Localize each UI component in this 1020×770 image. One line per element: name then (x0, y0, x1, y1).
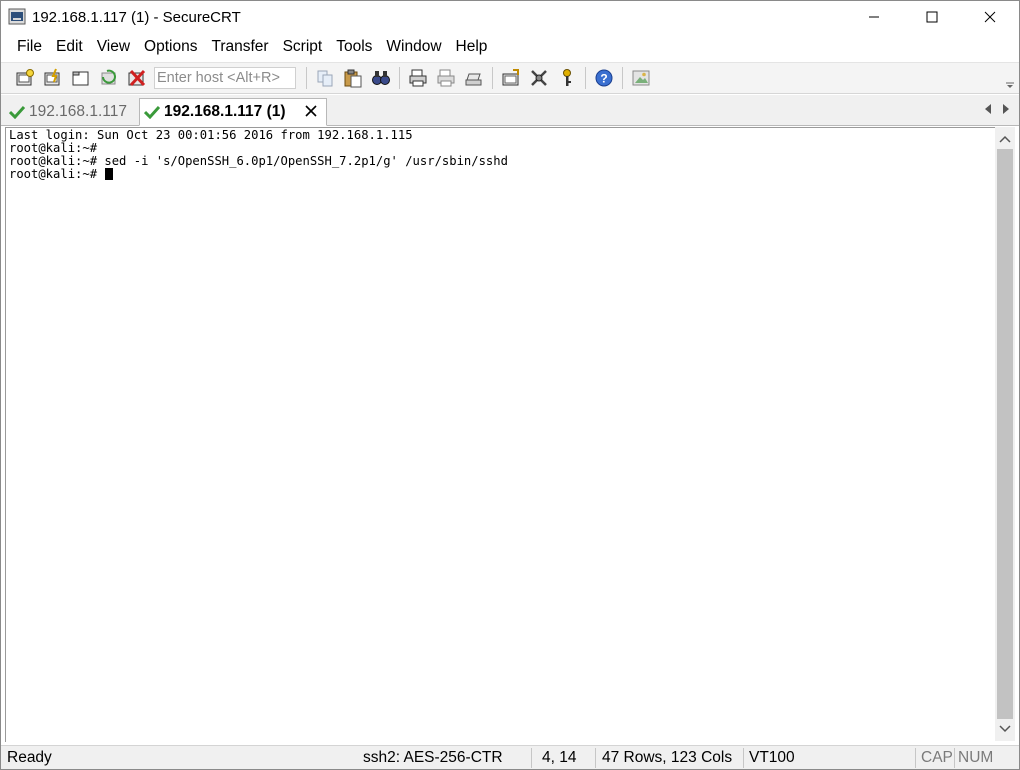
terminal-prompt: root@kali:~# (9, 167, 105, 181)
maximize-icon (926, 11, 938, 23)
connect-button[interactable] (14, 67, 36, 89)
status-caps-lock: CAP (921, 749, 953, 766)
terminal-output[interactable]: Last login: Sun Oct 23 00:01:56 2016 fro… (5, 127, 995, 742)
image-button[interactable] (630, 67, 652, 89)
securecrt-app-icon[interactable] (8, 8, 26, 26)
status-separator (915, 748, 916, 768)
tab-session-2[interactable]: 192.168.1.117 (1) (139, 98, 327, 126)
copy-button[interactable] (314, 67, 336, 89)
minimize-icon (869, 16, 879, 18)
chevron-left-icon[interactable] (983, 103, 993, 115)
connect-in-tab-button[interactable] (70, 67, 92, 89)
session-options-button[interactable] (500, 67, 522, 89)
tab-session-1[interactable]: 192.168.1.117 (5, 98, 137, 125)
find-icon (372, 71, 390, 85)
keymap-button[interactable] (556, 67, 578, 89)
maximize-button[interactable] (903, 1, 961, 33)
status-ready: Ready (7, 749, 52, 766)
tab-navigation (983, 103, 1011, 115)
menu-file[interactable]: File (10, 33, 49, 61)
status-cipher: ssh2: AES-256-CTR (363, 749, 503, 766)
tab-bar: 192.168.1.117 192.168.1.117 (1) (1, 95, 1019, 126)
reconnect-button[interactable] (98, 67, 120, 89)
tab-label: 192.168.1.117 (29, 102, 127, 120)
terminal-cursor (105, 168, 114, 180)
copy-icon (317, 70, 333, 87)
host-input[interactable] (154, 67, 296, 89)
toolbar-separator (399, 67, 400, 89)
status-emulation: VT100 (749, 749, 795, 766)
print-selection-icon (437, 69, 455, 87)
tab-label: 192.168.1.117 (1) (164, 103, 286, 120)
title-bar[interactable]: 192.168.1.117 (1) - SecureCRT (1, 1, 1019, 33)
menu-help[interactable]: Help (449, 33, 495, 61)
session-options-icon (502, 69, 519, 86)
paste-button[interactable] (342, 67, 364, 89)
scrollbar-thumb[interactable] (997, 149, 1013, 719)
help-button[interactable]: ? (593, 67, 615, 89)
quick-connect-button[interactable] (42, 67, 64, 89)
print-setup-button[interactable] (463, 67, 485, 89)
menu-window[interactable]: Window (379, 33, 448, 61)
chevron-right-icon[interactable] (1001, 103, 1011, 115)
status-terminal-size: 47 Rows, 123 Cols (602, 749, 733, 766)
connect-in-tab-icon (72, 71, 89, 86)
chevron-down-icon (999, 725, 1011, 733)
menu-transfer[interactable]: Transfer (204, 33, 275, 61)
terminal-line: Last login: Sun Oct 23 00:01:56 2016 fro… (9, 128, 413, 142)
close-icon (984, 11, 996, 23)
connect-icon (16, 69, 34, 86)
terminal-line: root@kali:~# sed -i 's/OpenSSH_6.0p1/Ope… (9, 154, 508, 168)
keymap-icon (563, 69, 571, 86)
check-icon (9, 105, 25, 119)
status-separator (531, 748, 532, 768)
toolbar-separator (492, 67, 493, 89)
status-num-lock: NUM (958, 749, 994, 766)
toolbar-separator (622, 67, 623, 89)
toolbar: ? (1, 62, 1019, 94)
minimize-button[interactable] (845, 1, 903, 33)
check-icon (144, 105, 160, 119)
status-cursor-position: 4, 14 (542, 749, 577, 766)
scroll-up-button[interactable] (995, 129, 1015, 149)
paste-icon (344, 69, 362, 88)
window-title: 192.168.1.117 (1) - SecureCRT (32, 8, 241, 26)
status-separator (743, 748, 744, 768)
disconnect-button[interactable] (126, 67, 148, 89)
status-separator (954, 748, 955, 768)
print-setup-icon (465, 73, 482, 86)
toolbar-overflow-icon[interactable] (1005, 69, 1015, 89)
status-bar: Ready ssh2: AES-256-CTR 4, 14 47 Rows, 1… (1, 745, 1019, 769)
scroll-down-button[interactable] (995, 719, 1015, 739)
print-button[interactable] (407, 67, 429, 89)
disconnect-icon (128, 69, 146, 87)
toolbar-separator (585, 67, 586, 89)
menu-tools[interactable]: Tools (329, 33, 379, 61)
menu-options[interactable]: Options (137, 33, 204, 61)
reconnect-icon (101, 69, 116, 85)
global-options-button[interactable] (528, 67, 550, 89)
find-button[interactable] (370, 67, 392, 89)
terminal-prompt-line: root@kali:~# (6, 168, 995, 181)
menu-bar: File Edit View Options Transfer Script T… (1, 33, 1019, 61)
svg-text:?: ? (600, 72, 607, 86)
status-separator (595, 748, 596, 768)
menu-view[interactable]: View (90, 33, 137, 61)
vertical-scrollbar[interactable] (995, 127, 1015, 741)
help-icon: ? (595, 69, 613, 87)
image-icon (632, 70, 650, 86)
menu-edit[interactable]: Edit (49, 33, 90, 61)
global-options-icon (531, 70, 547, 86)
close-icon[interactable] (304, 104, 318, 118)
print-icon (409, 69, 427, 87)
chevron-up-icon (999, 135, 1011, 143)
toolbar-separator (306, 67, 307, 89)
window-controls (845, 1, 1019, 33)
print-selection-button[interactable] (435, 67, 457, 89)
securecrt-window: 192.168.1.117 (1) - SecureCRT File Edit … (0, 0, 1020, 770)
menu-script[interactable]: Script (276, 33, 330, 61)
quick-connect-icon (44, 68, 60, 86)
close-button[interactable] (961, 1, 1019, 33)
